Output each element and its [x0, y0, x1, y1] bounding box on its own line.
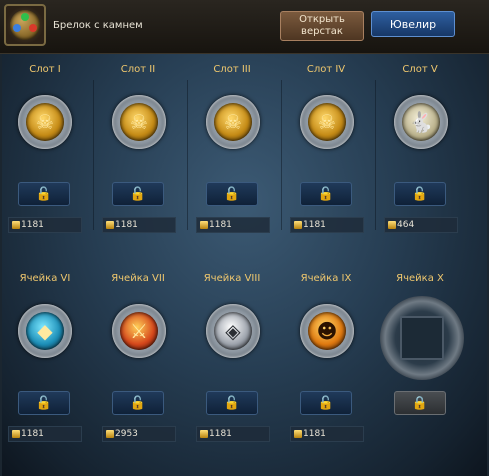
cost-field: 1181	[8, 426, 82, 442]
cost-field: 2953	[102, 426, 176, 442]
unlock-icon: 🔓	[35, 395, 53, 411]
unlock-icon: 🔓	[411, 186, 429, 202]
gemmed-charm-icon	[10, 10, 40, 40]
unlock-button[interactable]: 🔓	[206, 391, 258, 415]
cost-field: 464	[384, 217, 458, 233]
gold-coin-icon	[12, 430, 20, 438]
gold-coin-icon	[200, 430, 208, 438]
jeweler-button[interactable]: Ювелир	[371, 11, 455, 37]
cost-field: 1181	[290, 426, 364, 442]
unlock-button[interactable]: 🔓	[206, 182, 258, 206]
unlock-icon: 🔓	[129, 395, 147, 411]
unlock-button[interactable]: 🔓	[300, 391, 352, 415]
cost-value: 1181	[303, 220, 326, 230]
gold-coin-icon	[388, 221, 396, 229]
slot-label: Слот IV	[306, 64, 346, 75]
slot-socket[interactable]: ☠	[206, 95, 260, 149]
cell-label: Ячейка VI	[19, 273, 71, 284]
locked-button[interactable]: 🔒	[394, 391, 446, 415]
cost-value: 1181	[115, 220, 138, 230]
gold-skull-gem-icon: ☠	[214, 103, 252, 141]
cost-field: 1181	[196, 426, 270, 442]
slot-label: Слот I	[29, 64, 61, 75]
unlock-button[interactable]: 🔓	[300, 182, 352, 206]
slot-socket[interactable]: ☠	[18, 95, 72, 149]
rabbit-gem-icon: 🐇	[402, 103, 440, 141]
cost-field: 1181	[8, 217, 82, 233]
slot-socket[interactable]: ☠	[112, 95, 166, 149]
cost-value: 1181	[21, 429, 44, 439]
cost-value: 1181	[209, 429, 232, 439]
red-warrior-gem-icon: ⚔	[120, 312, 158, 350]
gold-skull-gem-icon: ☠	[120, 103, 158, 141]
unlock-icon: 🔓	[223, 395, 241, 411]
column-divider	[93, 80, 94, 230]
slot-socket[interactable]: 🐇	[394, 95, 448, 149]
empty-socket[interactable]	[400, 316, 444, 360]
cell-label: Ячейка VII	[111, 273, 165, 284]
gold-coin-icon	[106, 430, 114, 438]
slot-socket[interactable]: ☠	[300, 95, 354, 149]
cell-label: Ячейка IX	[300, 273, 352, 284]
cell-socket[interactable]: ◈	[206, 304, 260, 358]
unlock-button[interactable]: 🔓	[394, 182, 446, 206]
unlock-button[interactable]: 🔓	[18, 182, 70, 206]
unlock-button[interactable]: 🔓	[18, 391, 70, 415]
cost-value: 1181	[209, 220, 232, 230]
open-workbench-button[interactable]: Открыть верстак	[280, 11, 364, 41]
column-divider	[375, 80, 376, 230]
gold-skull-gem-icon: ☠	[26, 103, 64, 141]
cell-socket[interactable]: ☻	[300, 304, 354, 358]
gold-coin-icon	[294, 221, 302, 229]
gold-coin-icon	[200, 221, 208, 229]
cost-value: 2953	[115, 429, 138, 439]
gold-coin-icon	[12, 221, 20, 229]
gold-skull-gem-icon: ☠	[308, 103, 346, 141]
unlock-icon: 🔓	[317, 395, 335, 411]
cost-field: 1181	[290, 217, 364, 233]
unlock-icon: 🔓	[223, 186, 241, 202]
cost-value: 1181	[21, 220, 44, 230]
cell-label: Ячейка VIII	[203, 273, 261, 284]
item-name: Брелок с камнем	[53, 20, 143, 31]
cost-value: 1181	[303, 429, 326, 439]
unlock-button[interactable]: 🔓	[112, 182, 164, 206]
cell-socket[interactable]: ◆	[18, 304, 72, 358]
unlock-icon: 🔓	[35, 186, 53, 202]
cell-label: Ячейка X	[396, 273, 444, 284]
cost-value: 464	[397, 220, 415, 230]
top-bar: Брелок с камнем Открыть верстак Ювелир	[0, 0, 489, 54]
column-divider	[281, 80, 282, 230]
item-icon	[4, 4, 46, 46]
unlock-icon: 🔓	[317, 186, 335, 202]
gold-coin-icon	[294, 430, 302, 438]
blue-crystal-gem-icon: ◆	[26, 312, 64, 350]
cell-socket[interactable]: ⚔	[112, 304, 166, 358]
pumpkin-gem-icon: ☻	[308, 312, 346, 350]
lock-icon: 🔒	[411, 395, 429, 411]
slot-label: Слот III	[213, 64, 251, 75]
cost-field: 1181	[196, 217, 270, 233]
slot-label: Слот V	[402, 64, 438, 75]
unlock-button[interactable]: 🔓	[112, 391, 164, 415]
white-crystal-gem-icon: ◈	[214, 312, 252, 350]
slot-label: Слот II	[120, 64, 156, 75]
cost-field: 1181	[102, 217, 176, 233]
gold-coin-icon	[106, 221, 114, 229]
unlock-icon: 🔓	[129, 186, 147, 202]
column-divider	[187, 80, 188, 230]
